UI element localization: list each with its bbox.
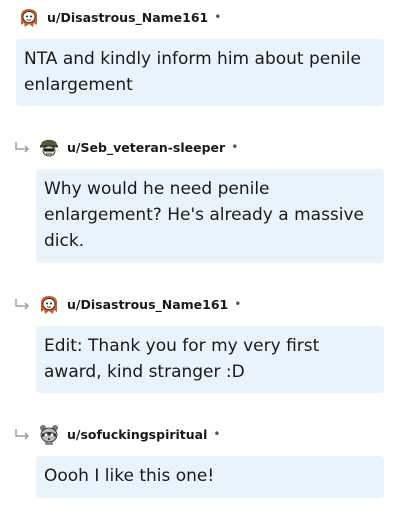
snoo-avatar-redhead-icon[interactable] <box>18 5 40 29</box>
snoo-avatar-helmet-icon[interactable] <box>38 135 60 159</box>
reply-arrow-icon <box>15 142 30 153</box>
snoo-avatar-redhead-icon[interactable] <box>38 292 60 316</box>
comment-header: u/Disastrous_Name161 • <box>38 291 241 317</box>
snoo-avatar-raccoon-icon[interactable] <box>38 422 60 446</box>
reply-arrow-icon <box>15 429 30 440</box>
comment-body: Why would he need penile enlargement? He… <box>36 169 384 263</box>
comment-body: Oooh I like this one! <box>36 456 384 498</box>
comment-header: u/Disastrous_Name161 • <box>18 4 221 30</box>
separator-dot: • <box>234 297 242 311</box>
comment-body: Edit: Thank you for my very first award,… <box>36 326 384 393</box>
comment-header: u/sofuckingspiritual • <box>38 421 220 447</box>
username[interactable]: u/sofuckingspiritual <box>67 427 207 442</box>
separator-dot: • <box>213 427 221 441</box>
username[interactable]: u/Disastrous_Name161 <box>47 10 208 25</box>
separator-dot: • <box>214 10 222 24</box>
username[interactable]: u/Seb_veteran-sleeper <box>67 140 225 155</box>
comment-header: u/Seb_veteran-sleeper • <box>38 134 238 160</box>
reply-arrow-icon <box>15 299 30 310</box>
username[interactable]: u/Disastrous_Name161 <box>67 297 228 312</box>
separator-dot: • <box>231 140 239 154</box>
comment-body: NTA and kindly inform him about penile e… <box>16 39 384 106</box>
